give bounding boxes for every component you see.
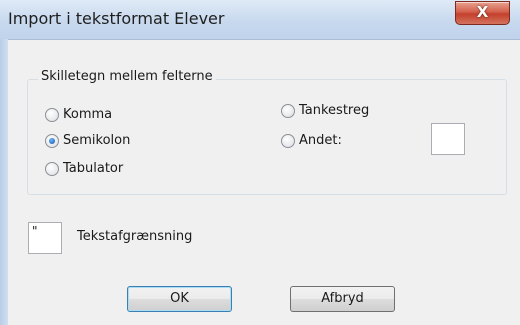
radio-button-icon: [45, 162, 59, 176]
radio-button-icon: [45, 108, 59, 122]
cancel-button[interactable]: Afbryd: [290, 286, 395, 312]
radio-button-icon: [281, 104, 295, 118]
window-frame: [0, 39, 8, 325]
close-button[interactable]: X: [455, 1, 510, 25]
ok-button[interactable]: OK: [127, 286, 232, 312]
radio-button-selected-icon: [45, 134, 59, 148]
radio-semikolon-label: Semikolon: [63, 133, 131, 148]
separator-group-legend: Skilletegn mellem felterne: [38, 69, 216, 84]
window-title: Import i tekstformat Elever: [8, 9, 225, 28]
close-icon: X: [476, 3, 489, 21]
title-bar[interactable]: Import i tekstformat Elever X: [0, 0, 520, 40]
radio-andet-label: Andet:: [299, 133, 342, 148]
other-separator-input[interactable]: [431, 123, 465, 155]
radio-button-icon: [281, 134, 295, 148]
radio-tankestreg-label: Tankestreg: [299, 103, 370, 118]
dialog-window: Import i tekstformat Elever X Skilletegn…: [0, 0, 520, 325]
text-qualifier-input[interactable]: ": [28, 222, 62, 254]
radio-dot-icon: [49, 138, 55, 144]
radio-komma-label: Komma: [63, 107, 113, 122]
radio-tabulator-label: Tabulator: [63, 161, 124, 176]
text-qualifier-label: Tekstafgrænsning: [77, 229, 193, 244]
